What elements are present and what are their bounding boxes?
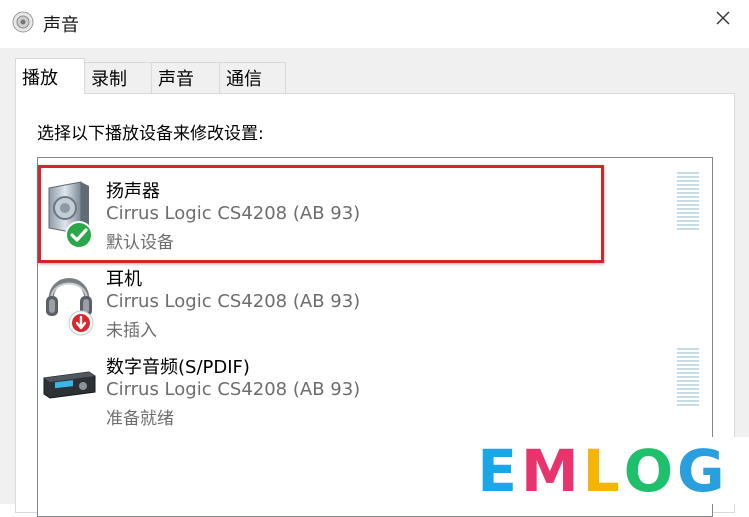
watermark-letter: O <box>623 436 677 505</box>
unplugged-badge-icon <box>68 310 94 336</box>
list-item-digital-audio[interactable]: 数字音频(S/PDIF) Cirrus Logic CS4208 (AB 93)… <box>38 340 712 429</box>
close-icon <box>716 11 729 25</box>
device-status: 未插入 <box>106 321 157 341</box>
tab-label: 播放 <box>22 67 58 89</box>
selection-highlight-box <box>38 165 604 263</box>
tab-recording[interactable]: 录制 <box>84 62 152 93</box>
tab-sounds[interactable]: 声音 <box>151 62 220 93</box>
instruction-text: 选择以下播放设备来修改设置: <box>37 124 264 144</box>
emlog-watermark: E M L O G <box>457 436 749 505</box>
tab-label: 声音 <box>158 69 194 90</box>
device-driver: Cirrus Logic CS4208 (AB 93) <box>106 379 361 400</box>
tab-playback[interactable]: 播放 <box>15 58 85 94</box>
tab-label: 录制 <box>91 69 127 90</box>
digital-audio-icon <box>43 371 96 399</box>
watermark-letter: M <box>521 436 583 505</box>
close-button[interactable] <box>700 0 745 36</box>
device-status: 准备就绪 <box>106 409 174 429</box>
watermark-letter: G <box>677 436 729 505</box>
device-driver: Cirrus Logic CS4208 (AB 93) <box>106 291 361 312</box>
volume-level-meter <box>677 172 699 232</box>
list-item-headphones[interactable]: 耳机 Cirrus Logic CS4208 (AB 93) 未插入 <box>38 252 712 341</box>
tab-label: 通信 <box>226 69 262 90</box>
title-bar: 声音 <box>0 0 749 48</box>
volume-level-meter <box>677 348 699 408</box>
device-name: 耳机 <box>106 269 142 290</box>
watermark-letter: E <box>477 436 521 505</box>
device-name: 数字音频(S/PDIF) <box>106 357 250 378</box>
watermark-letter: L <box>582 436 624 505</box>
tab-communications[interactable]: 通信 <box>219 62 286 93</box>
speaker-app-icon <box>12 11 34 33</box>
window-title: 声音 <box>43 15 79 36</box>
